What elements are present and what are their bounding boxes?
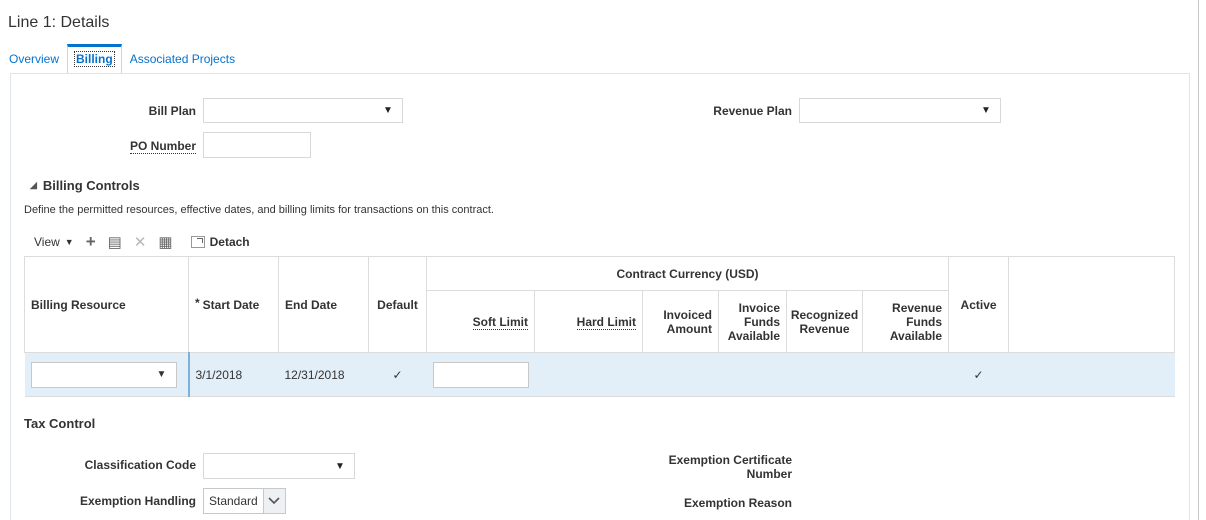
triangle-down-icon: ▼ xyxy=(383,105,393,116)
exemption-certificate-label-line1: Exemption Certificate xyxy=(668,453,792,467)
col-invoiced-amount: Invoiced Amount xyxy=(642,290,719,353)
exemption-handling-select[interactable]: Standard xyxy=(203,488,286,514)
exemption-certificate-label-line2: Number xyxy=(746,467,792,481)
col-soft-limit-text: Soft Limit xyxy=(472,314,528,330)
tab-bar: Overview Billing Associated Projects xyxy=(9,44,243,74)
po-number-input[interactable] xyxy=(203,132,311,158)
detach-icon xyxy=(190,236,205,248)
classification-code-label: Classification Code xyxy=(84,458,196,472)
billing-controls-heading[interactable]: ◢ Billing Controls xyxy=(30,178,140,193)
triangle-down-icon: ▼ xyxy=(64,237,74,247)
cell-hard-limit xyxy=(534,352,643,397)
plus-icon[interactable]: + xyxy=(86,232,96,252)
cell-invoice-funds-available xyxy=(718,352,787,397)
triangle-down-icon: ▼ xyxy=(335,460,345,472)
billing-controls-table: Billing Resource * Start Date End Date De… xyxy=(24,256,1176,397)
right-border xyxy=(1198,0,1199,520)
col-start-date: * Start Date xyxy=(188,256,279,353)
cell-revenue-funds-available xyxy=(862,352,949,397)
x-icon[interactable]: ✕ xyxy=(134,233,147,251)
table-toolbar: View ▼ + ▤ ✕ ▦ Detach xyxy=(34,232,262,252)
edit-icon[interactable]: ▤ xyxy=(108,233,122,251)
chevron-down-icon xyxy=(262,489,285,513)
tab-overview[interactable]: Overview xyxy=(9,44,59,74)
col-revenue-funds-available: Revenue Funds Available xyxy=(861,290,950,353)
view-label: View xyxy=(34,235,60,249)
col-group-contract-currency: Contract Currency (USD) xyxy=(425,256,950,291)
col-hard-limit-text: Hard Limit xyxy=(576,314,636,330)
detach-label: Detach xyxy=(209,235,250,249)
col-recognized-revenue: Recognized Revenue xyxy=(786,290,863,353)
col-active: Active xyxy=(948,256,1010,353)
table-row[interactable]: ▼ 3/1/2018 12/31/2018 ✓ ✓ xyxy=(24,352,1175,397)
billing-controls-description: Define the permitted resources, effectiv… xyxy=(24,204,494,216)
tab-associated-projects[interactable]: Associated Projects xyxy=(130,44,235,74)
cell-invoiced-amount xyxy=(642,352,719,397)
col-hard-limit: Hard Limit xyxy=(534,290,643,353)
cell-billing-resource: ▼ xyxy=(24,352,190,397)
tax-control-heading: Tax Control xyxy=(24,416,96,431)
col-end-date: End Date xyxy=(278,256,369,353)
freeze-columns-icon[interactable]: ▦ xyxy=(158,233,172,251)
revenue-plan-select[interactable]: ▼ xyxy=(799,98,1001,123)
exemption-handling-label: Exemption Handling xyxy=(79,494,196,508)
col-invoice-funds-available: Invoice Funds Available xyxy=(718,290,787,353)
cell-recognized-revenue xyxy=(786,352,863,397)
po-number-label: PO Number xyxy=(100,139,196,154)
bill-plan-label: Bill Plan xyxy=(148,104,196,118)
tab-billing[interactable]: Billing xyxy=(67,44,122,74)
exemption-certificate-label: Exemption Certificate Number xyxy=(640,453,792,481)
col-soft-limit: Soft Limit xyxy=(426,290,535,353)
col-default: Default xyxy=(368,256,427,353)
exemption-handling-value: Standard xyxy=(209,494,258,508)
cell-start-date: 3/1/2018 xyxy=(188,352,279,397)
billing-resource-select[interactable]: ▼ xyxy=(30,361,177,388)
col-start-date-text: Start Date xyxy=(202,297,260,312)
cell-filler xyxy=(1008,352,1175,397)
revenue-plan-label: Revenue Plan xyxy=(713,104,792,118)
required-marker: * xyxy=(195,295,200,310)
triangle-down-icon: ▼ xyxy=(981,105,991,116)
exemption-reason-label: Exemption Reason xyxy=(683,496,792,510)
cell-default-check: ✓ xyxy=(368,352,427,397)
triangle-down-icon: ▼ xyxy=(156,369,167,380)
cell-end-date: 12/31/2018 xyxy=(278,352,369,397)
po-number-label-text: PO Number xyxy=(129,139,196,154)
col-filler xyxy=(1008,256,1176,353)
cell-active-check: ✓ xyxy=(948,352,1009,397)
col-billing-resource: Billing Resource xyxy=(24,256,189,353)
view-menu[interactable]: View ▼ xyxy=(34,235,74,249)
tab-billing-label: Billing xyxy=(74,51,115,67)
bill-plan-select[interactable]: ▼ xyxy=(203,98,403,123)
soft-limit-input[interactable] xyxy=(432,361,529,388)
detach-button[interactable]: Detach xyxy=(190,235,250,249)
billing-controls-heading-text: Billing Controls xyxy=(42,178,140,193)
cell-soft-limit xyxy=(426,352,535,397)
collapse-triangle-icon: ◢ xyxy=(30,180,37,190)
classification-code-select[interactable]: ▼ xyxy=(203,453,355,479)
page-title: Line 1: Details xyxy=(8,14,110,31)
